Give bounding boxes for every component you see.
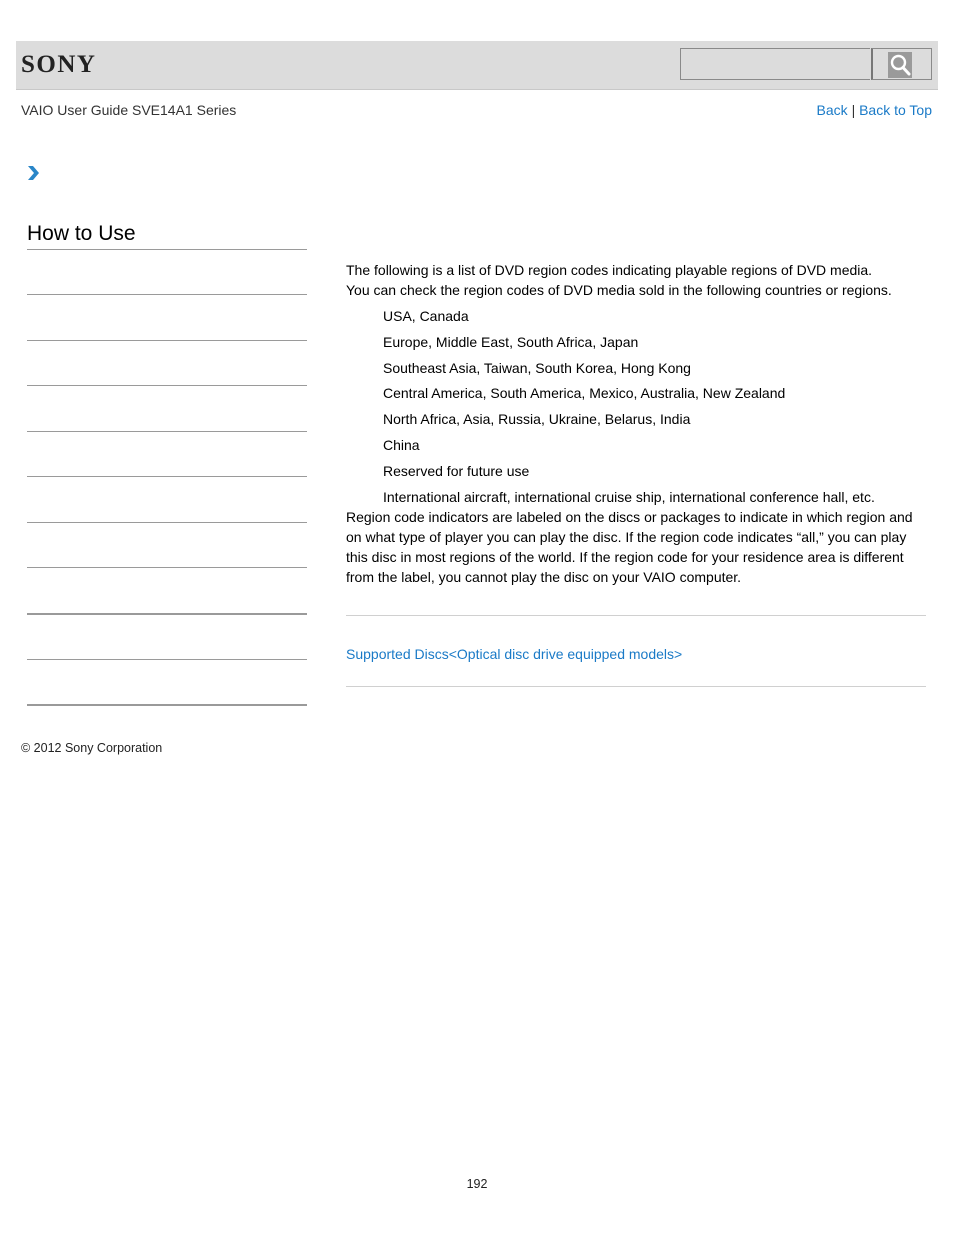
region-item: North Africa, Asia, Russia, Ukraine, Bel… — [383, 411, 691, 428]
region-item: Central America, South America, Mexico, … — [383, 385, 786, 402]
sidebar-divider — [27, 294, 307, 295]
search-button[interactable] — [871, 48, 932, 80]
sony-logo: SONY — [21, 51, 97, 78]
content-divider — [346, 686, 926, 687]
sidebar-divider — [27, 613, 307, 615]
link-separator: | — [851, 102, 856, 118]
intro-text-2: You can check the region codes of DVD me… — [346, 282, 892, 298]
region-item: USA, Canada — [383, 308, 469, 324]
chevron-right-icon[interactable] — [26, 165, 40, 186]
guide-title: VAIO User Guide SVE14A1 Series — [21, 102, 237, 118]
region-note: Region code indicators are labeled on th… — [346, 508, 913, 585]
search-input[interactable] — [680, 48, 870, 80]
region-item: Europe, Middle East, South Africa, Japan — [383, 333, 639, 350]
sidebar-divider — [27, 567, 307, 568]
sidebar-divider — [27, 704, 307, 706]
sidebar-divider — [27, 249, 307, 250]
sidebar-divider — [27, 476, 307, 477]
section-title: How to Use — [27, 222, 136, 245]
region-item: Reserved for future use — [383, 462, 530, 479]
intro-text-1: The following is a list of DVD region co… — [346, 262, 873, 278]
region-item: Southeast Asia, Taiwan, South Korea, Hon… — [383, 359, 691, 376]
related-topic-link[interactable]: Supported Discs<Optical disc drive equip… — [346, 646, 682, 662]
region-code-list: USA, Canada Europe, Middle East, South A… — [346, 306, 931, 507]
region-item: International aircraft, international cr… — [383, 488, 875, 505]
sidebar-divider — [27, 431, 307, 432]
sidebar-divider — [27, 522, 307, 523]
content-divider — [346, 615, 926, 616]
search-icon — [888, 52, 912, 78]
header-bar: SONY — [16, 41, 938, 90]
back-link[interactable]: Back — [817, 102, 848, 118]
region-item: China — [383, 436, 420, 453]
main-content: The following is a list of DVD region co… — [346, 260, 931, 587]
sidebar-divider — [27, 340, 307, 341]
back-to-top-link[interactable]: Back to Top — [859, 102, 932, 118]
copyright: © 2012 Sony Corporation — [21, 741, 163, 755]
top-links: Back | Back to Top — [817, 102, 932, 118]
sidebar-divider — [27, 385, 307, 386]
sidebar-divider — [27, 659, 307, 660]
page-number: 192 — [466, 1177, 488, 1191]
